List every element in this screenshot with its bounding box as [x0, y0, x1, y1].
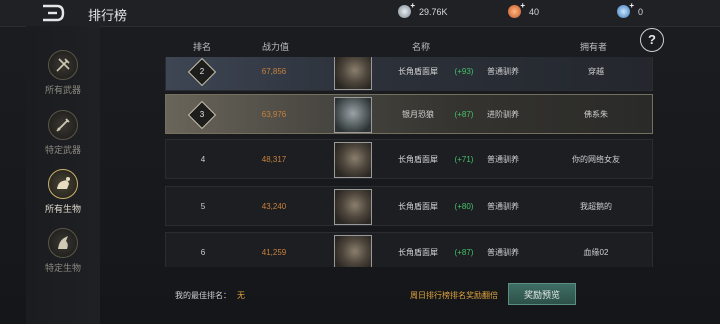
column-header-name: 名称 [412, 42, 431, 52]
bonus-value: (+93) [454, 67, 474, 76]
rank-number: 4 [200, 155, 206, 164]
column-header-rank: 排名 [193, 42, 212, 52]
creature-name: 长角盾面犀 [398, 67, 438, 76]
best-rank-value: 无 [237, 291, 245, 300]
top-bar: 排行榜 + 29.76K + 40 + 0 [0, 0, 720, 27]
creature-name: 银月恐狼 [402, 110, 434, 119]
power-value: 43,240 [261, 202, 287, 211]
bonus-value: (+80) [454, 202, 474, 211]
page-title: 排行榜 [88, 8, 128, 23]
table-row[interactable]: 3 63,976 银月恐狼 (+87) 进阶驯养 佛系朱 [165, 94, 653, 134]
bonus-value: (+87) [454, 248, 474, 257]
power-value: 48,317 [261, 155, 287, 164]
owner-name: 我超鹅的 [580, 202, 612, 211]
category-sidebar: 所有武器 特定武器 所有生物 特定生物 [26, 26, 100, 324]
owner-name: 血缘02 [583, 248, 609, 257]
weapons-icon [48, 50, 78, 80]
leaderboard-table[interactable]: 2 67,856 长角盾面犀 (+93) 普通驯养 穿越 3 63,976 银月… [165, 57, 653, 267]
creature-thumbnail [334, 57, 372, 90]
sword-icon [48, 110, 78, 140]
tame-type: 普通驯养 [487, 248, 519, 257]
table-row[interactable]: 6 41,259 长角盾面犀 (+87) 普通驯养 血缘02 [165, 232, 653, 267]
gold-coin-icon: + [508, 1, 525, 18]
table-row[interactable]: 5 43,240 长角盾面犀 (+80) 普通驯养 我超鹅的 [165, 186, 653, 226]
sidebar-item-all-weapons[interactable]: 所有武器 [26, 50, 100, 96]
back-arrow-icon[interactable] [40, 4, 66, 22]
silver-coin-icon: + [398, 1, 415, 18]
rank-badge-icon: 3 [187, 100, 217, 130]
creature-thumbnail [334, 235, 372, 267]
footer-bar: 我的最佳排名： 无 周日排行榜排名奖励翻倍 奖励预览 [100, 278, 720, 324]
creatures-icon [48, 169, 78, 199]
creature-name: 长角盾面犀 [398, 202, 438, 211]
owner-name: 你的网络女友 [572, 155, 620, 164]
tame-type: 普通驯养 [487, 202, 519, 211]
rank-number: 5 [200, 202, 206, 211]
column-header-power: 战力值 [262, 42, 290, 52]
sidebar-item-all-creatures[interactable]: 所有生物 [26, 169, 100, 215]
leaderboard-screen: 排行榜 + 29.76K + 40 + 0 所有武器 特定武器 所有生物 特定生… [0, 0, 720, 324]
best-rank-label: 我的最佳排名： [175, 291, 231, 300]
reward-preview-button[interactable]: 奖励预览 [508, 283, 576, 305]
sidebar-item-label: 特定生物 [44, 263, 81, 273]
sidebar-item-label: 所有武器 [44, 85, 81, 95]
tame-type: 普通驯养 [487, 155, 519, 164]
power-value: 63,976 [261, 110, 287, 119]
owner-name: 穿越 [588, 67, 604, 76]
creature-name: 长角盾面犀 [398, 248, 438, 257]
gem-value: 0 [638, 6, 644, 17]
gem-resource[interactable]: + 0 [617, 1, 644, 18]
creature-thumbnail [334, 97, 372, 133]
rank-badge-icon: 2 [187, 57, 217, 87]
tame-type: 进阶驯养 [487, 110, 519, 119]
sidebar-item-specific-weapon[interactable]: 特定武器 [26, 110, 100, 156]
tame-type: 普通驯养 [487, 67, 519, 76]
bonus-value: (+71) [454, 155, 474, 164]
table-row[interactable]: 4 48,317 长角盾面犀 (+71) 普通驯养 你的网络女友 [165, 139, 653, 179]
gem-icon: + [617, 1, 634, 18]
power-value: 41,259 [261, 248, 287, 257]
help-button[interactable]: ? [640, 28, 664, 52]
owner-name: 佛系朱 [584, 110, 608, 119]
creature-thumbnail [334, 189, 372, 225]
sidebar-item-label: 所有生物 [44, 204, 81, 214]
column-header-owner: 拥有者 [580, 42, 608, 52]
sunday-bonus-note: 周日排行榜排名奖励翻倍 [410, 291, 498, 300]
creature-thumbnail [334, 142, 372, 178]
power-value: 67,856 [261, 67, 287, 76]
dragon-head-icon [48, 228, 78, 258]
sidebar-item-label: 特定武器 [44, 145, 81, 155]
bonus-value: (+87) [454, 110, 474, 119]
gold-coin-resource[interactable]: + 40 [508, 1, 540, 18]
sidebar-item-specific-creature[interactable]: 特定生物 [26, 228, 100, 274]
silver-coin-value: 29.76K [419, 6, 448, 17]
rank-number: 6 [200, 248, 206, 257]
creature-name: 长角盾面犀 [398, 155, 438, 164]
silver-coin-resource[interactable]: + 29.76K [398, 1, 448, 18]
gold-coin-value: 40 [529, 6, 540, 17]
table-row[interactable]: 2 67,856 长角盾面犀 (+93) 普通驯养 穿越 [165, 57, 653, 91]
